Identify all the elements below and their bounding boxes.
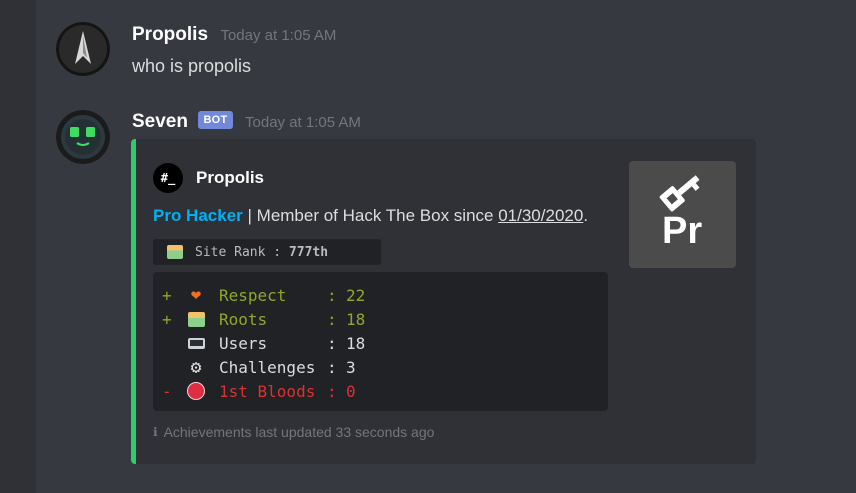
message-header: Seven BOT Today at 1:05 AM <box>132 111 361 133</box>
member-text: Member of Hack The Box since <box>256 206 499 225</box>
stat-label: Roots <box>219 310 268 329</box>
diff-prefix: + <box>162 310 172 329</box>
stat-colon: : <box>327 382 337 401</box>
diff-prefix: + <box>162 286 172 305</box>
seven-avatar-icon <box>56 110 110 164</box>
embed-accent-bar <box>131 139 136 464</box>
stat-value: 0 <box>346 382 356 401</box>
stat-row-roots: + Roots : 18 <box>153 307 608 331</box>
stat-value: 18 <box>346 334 366 353</box>
stat-colon: : <box>327 310 337 329</box>
stat-row-first-bloods: - 1st Bloods : 0 <box>153 379 608 403</box>
stat-row-challenges: ⚙ Challenges : 3 <box>153 355 608 379</box>
propolis-avatar-icon <box>56 22 110 76</box>
rank-link[interactable]: Pro Hacker <box>153 206 243 225</box>
diff-prefix: - <box>162 382 172 401</box>
stat-row-users: Users : 18 <box>153 331 608 355</box>
embed-description: Pro Hacker | Member of Hack The Box sinc… <box>153 206 588 226</box>
terminal-icon: #_ <box>153 163 183 193</box>
embed-footer: ℹ Achievements last updated 33 seconds a… <box>153 424 434 440</box>
laptop-icon <box>186 334 206 352</box>
stat-colon: : <box>327 334 337 353</box>
timestamp: Today at 1:05 AM <box>245 114 361 131</box>
footer-text: Achievements last updated 33 seconds ago <box>163 424 435 440</box>
message-text: who is propolis <box>132 56 252 76</box>
join-date: 01/30/2020 <box>498 206 584 225</box>
stat-colon: : <box>327 358 337 377</box>
hacker-emoji-icon <box>167 245 183 259</box>
server-sidebar <box>0 0 36 493</box>
stat-label: Respect <box>219 286 287 305</box>
heart-icon: ❤ <box>190 285 202 305</box>
embed-thumbnail[interactable]: Pr <box>629 161 736 268</box>
embed-author-name[interactable]: Propolis <box>196 168 264 188</box>
separator: | <box>242 206 257 225</box>
hacker-emoji-icon <box>186 310 206 328</box>
avatar[interactable] <box>56 22 110 76</box>
timestamp: Today at 1:05 AM <box>220 27 337 44</box>
pro-hacker-badge-icon: Pr <box>659 175 702 252</box>
stat-label: Challenges <box>219 358 316 377</box>
site-rank-code: Site Rank : 777th <box>153 239 381 265</box>
username[interactable]: Propolis <box>132 24 208 45</box>
thumbnail-text: Pr <box>662 210 702 252</box>
gear-icon: ⚙ <box>190 356 202 378</box>
period: . <box>583 206 589 225</box>
username[interactable]: Seven <box>132 111 188 132</box>
rich-embed: #_ Propolis Pro Hacker | Member of Hack … <box>131 139 756 464</box>
stat-value: 3 <box>346 358 356 377</box>
stat-label: 1st Bloods <box>219 382 316 401</box>
stat-value: 18 <box>346 310 366 329</box>
red-circle-icon <box>186 382 206 400</box>
info-icon: ℹ <box>153 425 158 439</box>
site-rank-label: Site Rank : <box>195 244 289 260</box>
stat-value: 22 <box>346 286 366 305</box>
stat-row-respect: + ❤ Respect : 22 <box>153 283 608 307</box>
stat-label: Users <box>219 334 268 353</box>
stat-colon: : <box>327 286 337 305</box>
site-rank-value: 777th <box>288 244 329 260</box>
avatar[interactable] <box>56 110 110 164</box>
stats-code-block: + ❤ Respect : 22 + Roots : 18 Users : 18… <box>153 272 608 411</box>
message-header: Propolis Today at 1:05 AM <box>132 24 336 46</box>
embed-author: #_ Propolis <box>153 163 264 193</box>
bot-badge: BOT <box>198 111 233 129</box>
